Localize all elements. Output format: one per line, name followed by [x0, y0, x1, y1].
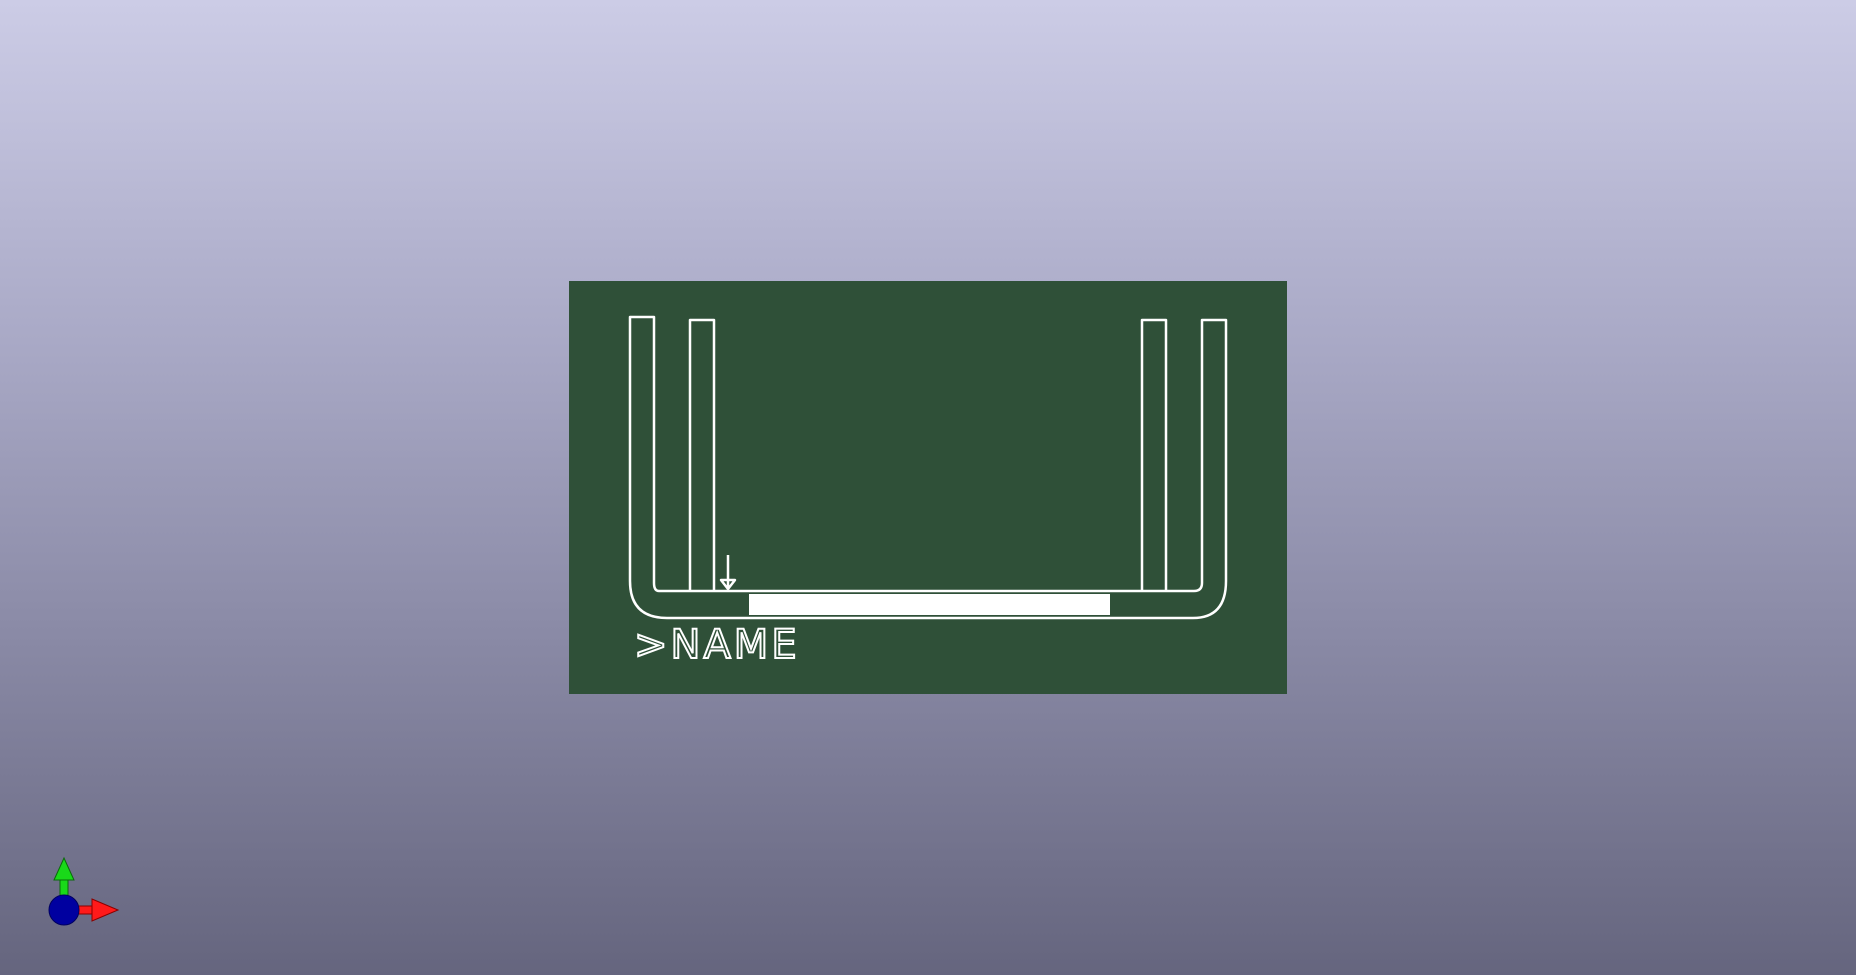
silkscreen-bar [749, 594, 1110, 615]
axis-orientation-indicator [40, 852, 130, 932]
z-axis-origin-icon [48, 894, 80, 926]
y-axis-arrow-icon [53, 856, 75, 897]
pcb-board[interactable]: >NAME [569, 281, 1287, 694]
3d-viewport[interactable]: >NAME [0, 0, 1856, 975]
reference-designator-label: >NAME [634, 622, 800, 668]
